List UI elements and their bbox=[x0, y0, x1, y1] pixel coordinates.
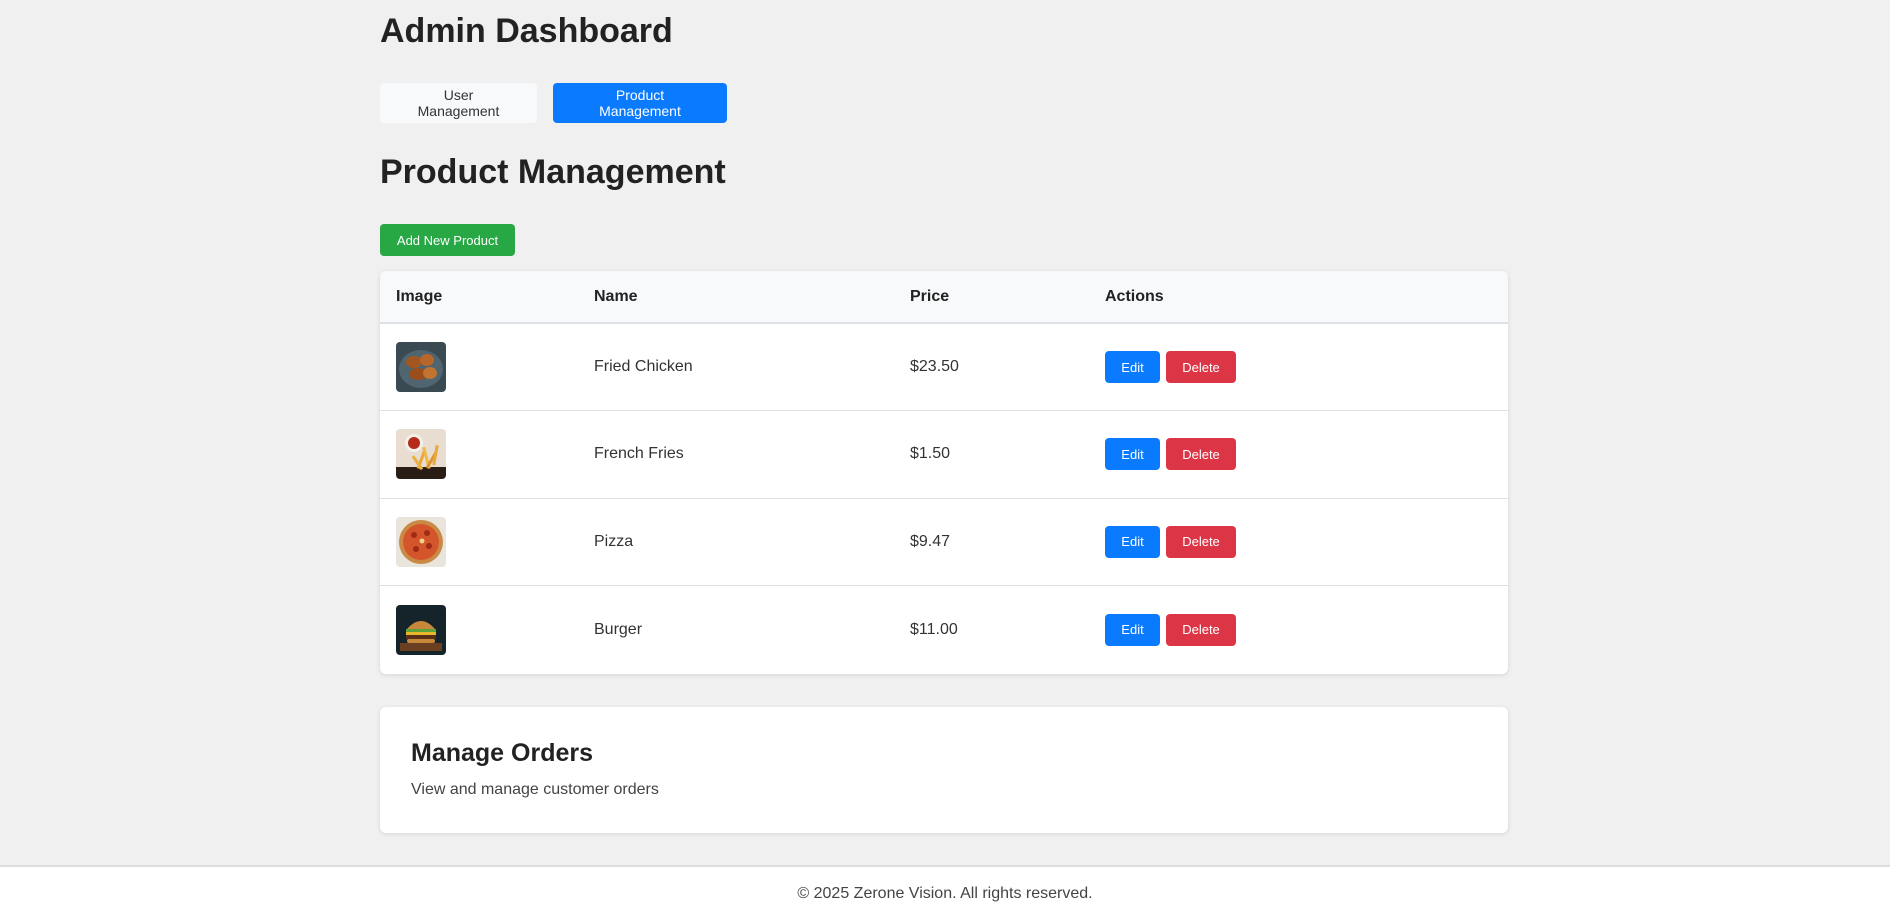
product-name: Pizza bbox=[594, 532, 634, 550]
product-price: $9.47 bbox=[910, 532, 951, 550]
actions-cell: Edit Delete bbox=[1089, 411, 1508, 499]
edit-button[interactable]: Edit bbox=[1105, 525, 1160, 558]
fried-chicken-image bbox=[396, 342, 446, 392]
image-cell bbox=[380, 586, 578, 674]
edit-button[interactable]: Edit bbox=[1105, 613, 1160, 646]
products-table-card: Image Name Price Actions Fried Chicken $… bbox=[380, 271, 1508, 674]
actions-cell: Edit Delete bbox=[1089, 586, 1508, 674]
french-fries-image bbox=[396, 429, 446, 480]
table-row: French Fries $1.50 Edit Delete bbox=[380, 411, 1508, 499]
delete-button[interactable]: Delete bbox=[1166, 525, 1236, 558]
product-price: $11.00 bbox=[910, 620, 958, 638]
pizza-image bbox=[396, 516, 446, 567]
product-name: French Fries bbox=[594, 445, 684, 463]
product-price: $1.50 bbox=[910, 445, 951, 463]
table-header-row: Image Name Price Actions bbox=[380, 271, 1508, 323]
tab-bar: User Management Product Management bbox=[380, 83, 727, 123]
image-cell bbox=[380, 411, 578, 499]
column-header-price: Price bbox=[910, 287, 950, 305]
edit-button[interactable]: Edit bbox=[1105, 438, 1160, 471]
tab-user-management[interactable]: User Management bbox=[380, 83, 537, 123]
table-row: Fried Chicken $23.50 Edit Delete bbox=[380, 323, 1508, 411]
product-name: Fried Chicken bbox=[594, 358, 693, 375]
column-header-image: Image bbox=[396, 287, 443, 305]
products-table: Image Name Price Actions Fried Chicken $… bbox=[380, 271, 1508, 673]
manage-orders-card[interactable]: Manage Orders View and manage customer o… bbox=[380, 707, 1508, 833]
tab-product-management[interactable]: Product Management bbox=[553, 83, 727, 123]
product-name: Burger bbox=[594, 620, 643, 638]
delete-button[interactable]: Delete bbox=[1166, 438, 1236, 471]
edit-button[interactable]: Edit bbox=[1105, 351, 1160, 383]
column-header-name: Name bbox=[594, 287, 638, 305]
copyright-text: © 2025 Zerone Vision. All rights reserve… bbox=[797, 884, 1093, 902]
actions-cell: Edit Delete bbox=[1089, 323, 1508, 411]
manage-orders-description: View and manage customer orders bbox=[411, 781, 659, 798]
image-cell bbox=[380, 498, 578, 586]
table-row: Pizza $9.47 Edit Delete bbox=[380, 498, 1508, 586]
delete-button[interactable]: Delete bbox=[1166, 351, 1236, 383]
section-title: Product Management bbox=[380, 153, 726, 191]
actions-cell: Edit Delete bbox=[1089, 498, 1508, 586]
manage-orders-title: Manage Orders bbox=[411, 739, 594, 767]
burger-image bbox=[396, 604, 446, 655]
footer: © 2025 Zerone Vision. All rights reserve… bbox=[0, 865, 1890, 920]
product-price: $23.50 bbox=[910, 358, 959, 375]
delete-button[interactable]: Delete bbox=[1166, 613, 1236, 646]
image-cell bbox=[380, 323, 578, 411]
column-header-actions: Actions bbox=[1105, 287, 1164, 305]
page-title: Admin Dashboard bbox=[380, 12, 673, 50]
table-row: Burger $11.00 Edit Delete bbox=[380, 586, 1508, 674]
add-new-product-button[interactable]: Add New Product bbox=[380, 224, 515, 256]
